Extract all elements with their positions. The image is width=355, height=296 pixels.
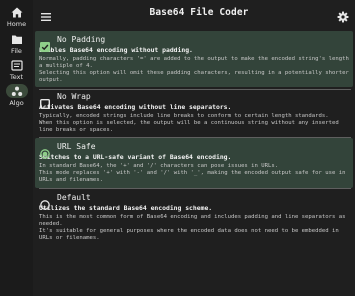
- navigation-rail: Home File Text Algo: [0, 0, 33, 296]
- text-icon: [7, 58, 27, 72]
- option-title: No Padding: [57, 35, 106, 44]
- option-default[interactable]: Default Utilizes the standard Base64 enc…: [35, 189, 353, 241]
- option-subtitle: Switches to a URL-safe variant of Base64…: [39, 153, 232, 161]
- nav-item-file[interactable]: File: [0, 32, 33, 55]
- nav-item-text[interactable]: Text: [0, 58, 33, 81]
- nav-label: Home: [6, 20, 27, 28]
- option-title: Default: [57, 193, 91, 202]
- gear-icon[interactable]: [337, 8, 349, 23]
- option-no-padding[interactable]: No Padding Enables Base64 encoding witho…: [35, 31, 353, 87]
- no-wrap-checkbox[interactable]: [39, 94, 51, 110]
- nav-label: Text: [9, 73, 24, 81]
- home-icon: [7, 5, 27, 19]
- url-safe-radio[interactable]: [40, 144, 50, 159]
- nav-label: File: [11, 47, 22, 55]
- default-radio[interactable]: [40, 195, 50, 210]
- option-description: Normally, padding characters '=' are add…: [39, 56, 349, 83]
- no-padding-checkbox[interactable]: [40, 37, 50, 52]
- option-description: In standard Base64, the '+' and '/' char…: [39, 163, 346, 183]
- nav-item-home[interactable]: Home: [0, 5, 33, 28]
- app-title: Base64 File Coder: [149, 7, 249, 18]
- file-icon: [7, 32, 27, 46]
- nav-item-algo[interactable]: Algo: [0, 84, 33, 107]
- option-subtitle: Enables Base64 encoding without padding.: [39, 46, 193, 54]
- option-description: This is the most common form of Base64 e…: [39, 214, 346, 241]
- option-no-wrap[interactable]: No Wrap Activates Base64 encoding withou…: [35, 88, 353, 138]
- option-url-safe[interactable]: URL Safe Switches to a URL-safe variant …: [35, 138, 353, 188]
- option-subtitle: Activates Base64 encoding without line s…: [39, 103, 232, 111]
- option-title: No Wrap: [57, 92, 91, 101]
- option-title: URL Safe: [57, 142, 96, 151]
- algo-icon: [5, 84, 28, 98]
- option-subtitle: Utilizes the standard Base64 encoding sc…: [39, 204, 213, 212]
- nav-label: Algo: [9, 99, 24, 107]
- option-description: Typically, encoded strings include line …: [39, 113, 339, 133]
- top-app-bar: Base64 File Coder: [33, 0, 355, 28]
- algo-options-list: No Padding Enables Base64 encoding witho…: [33, 28, 355, 296]
